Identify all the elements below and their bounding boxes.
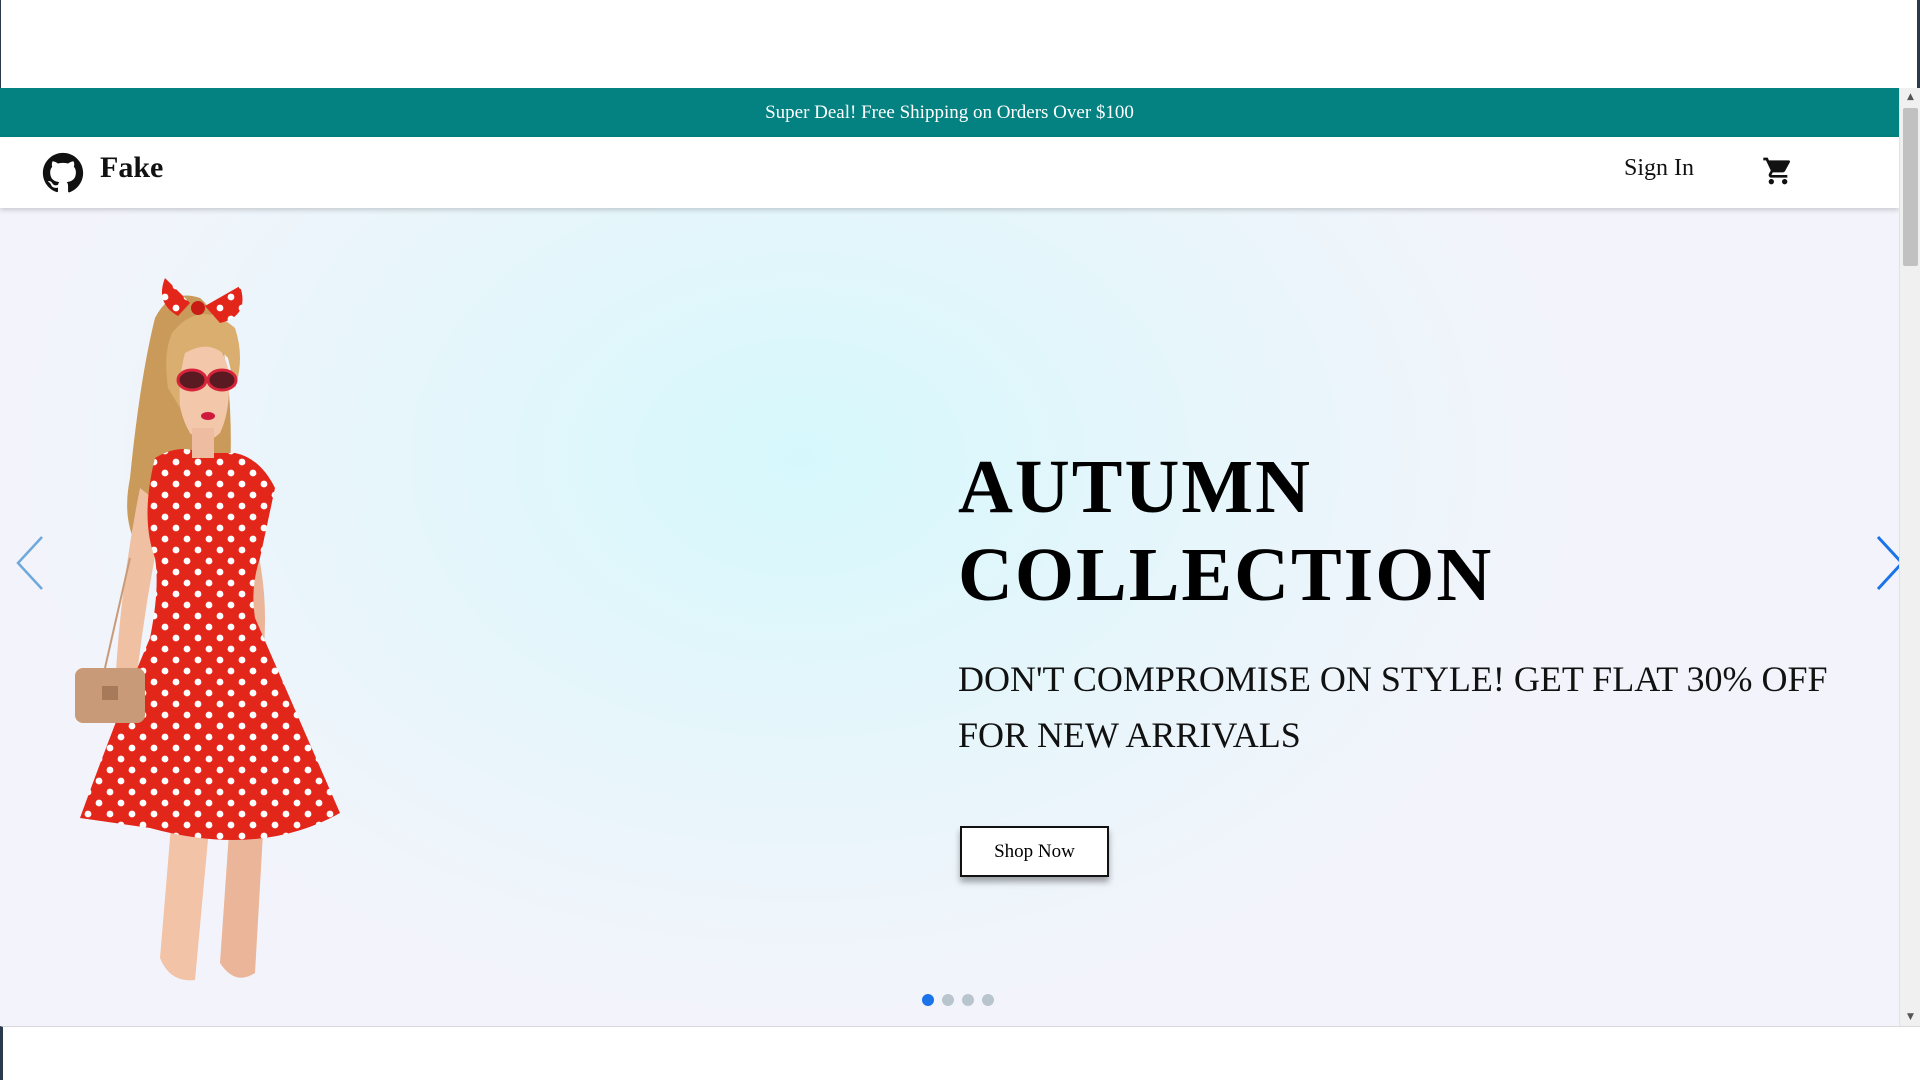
slide-indicators	[922, 994, 994, 1006]
hero-title-line2: COLLECTION	[958, 533, 1494, 617]
slide-dot-4[interactable]	[982, 994, 994, 1006]
bottom-blank-area	[0, 1026, 1920, 1080]
page-viewport: Super Deal! Free Shipping on Orders Over…	[0, 88, 1920, 1026]
navbar: Fake Sign In	[0, 137, 1899, 208]
chevron-left-icon[interactable]	[12, 533, 48, 593]
model-image	[75, 278, 340, 981]
shopping-cart-icon[interactable]	[1762, 155, 1794, 187]
brand-name[interactable]: Fake	[100, 151, 163, 185]
slide-dot-1[interactable]	[922, 994, 934, 1006]
announcement-text: Super Deal! Free Shipping on Orders Over…	[765, 101, 1134, 123]
hero-slider: AUTUMN COLLECTION DON'T COMPROMISE ON ST…	[0, 208, 1905, 1026]
announcement-bar: Super Deal! Free Shipping on Orders Over…	[0, 88, 1899, 137]
scroll-down-arrow-icon[interactable]: ▼	[1900, 1008, 1920, 1026]
hero-title-line1: AUTUMN	[958, 445, 1312, 529]
scroll-up-arrow-icon[interactable]: ▲	[1900, 88, 1920, 106]
slide-dot-3[interactable]	[962, 994, 974, 1006]
github-icon[interactable]	[42, 152, 84, 194]
vertical-scrollbar[interactable]: ▲ ▼	[1899, 88, 1920, 1026]
top-blank-area	[0, 0, 1920, 88]
slide-dot-2[interactable]	[942, 994, 954, 1006]
sign-in-link[interactable]: Sign In	[1624, 155, 1694, 182]
hero-subtitle: DON'T COMPROMISE ON STYLE! GET FLAT 30% …	[958, 659, 1828, 755]
shop-now-button[interactable]: Shop Now	[960, 826, 1109, 877]
scrollbar-thumb[interactable]	[1903, 108, 1918, 266]
hero-title: AUTUMN COLLECTION	[958, 443, 1718, 619]
